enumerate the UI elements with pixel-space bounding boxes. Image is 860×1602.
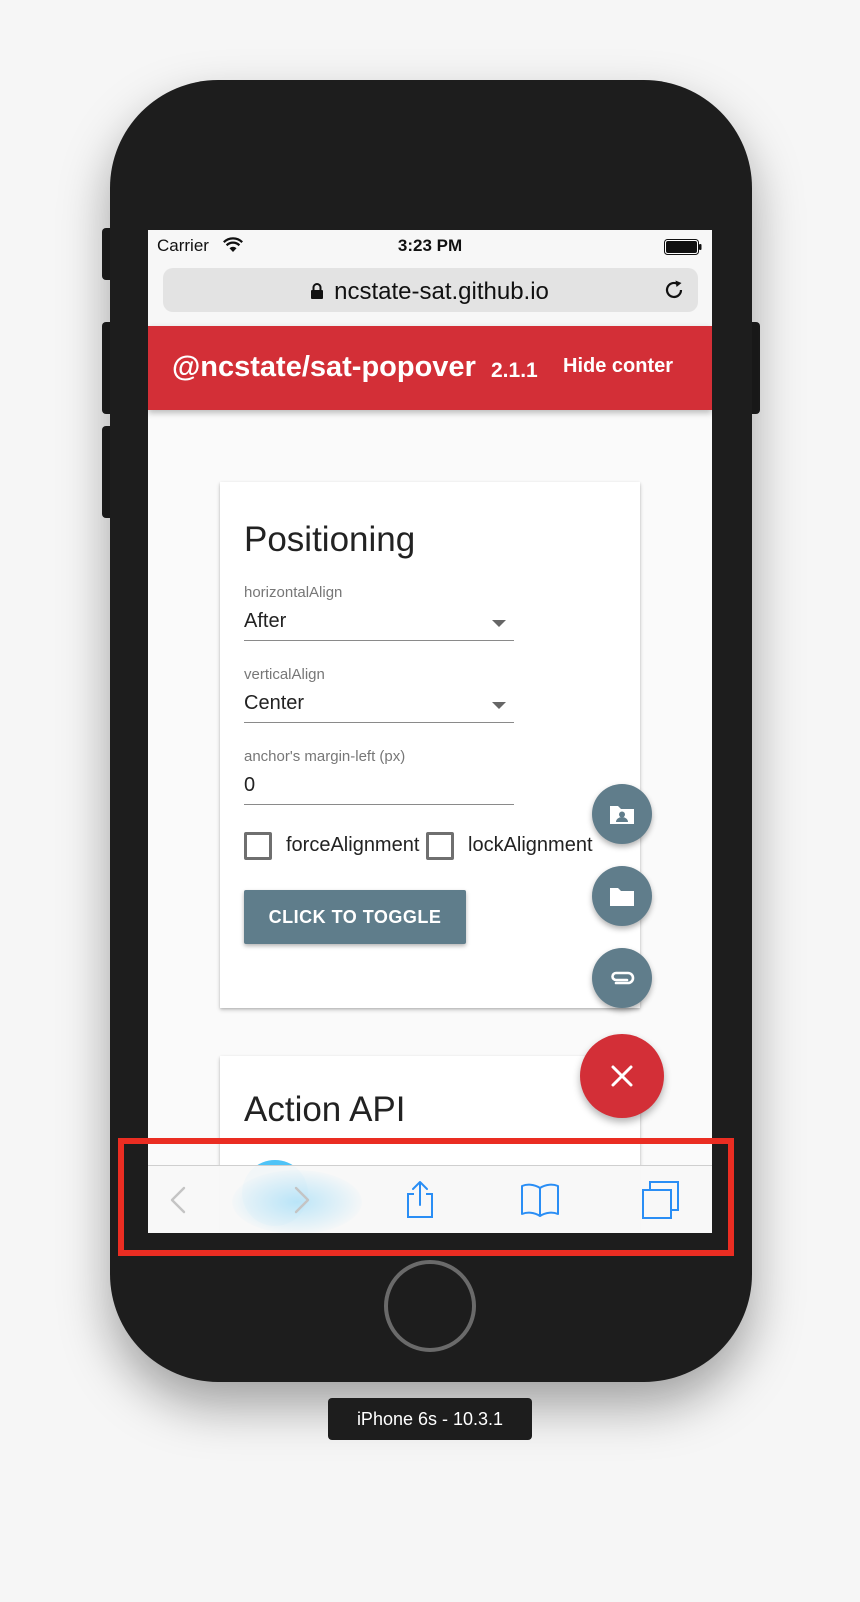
- url-text: ncstate-sat.github.io: [334, 278, 549, 305]
- chevron-down-icon[interactable]: [492, 620, 506, 627]
- vertical-align-label: verticalAlign: [244, 666, 325, 683]
- field-underline: [244, 640, 514, 641]
- contact-folder-icon: [610, 806, 634, 824]
- force-alignment-checkbox[interactable]: [244, 832, 272, 860]
- address-bar[interactable]: ncstate-sat.github.io: [163, 268, 698, 312]
- margin-left-label: anchor's margin-left (px): [244, 748, 406, 765]
- lock-alignment-checkbox[interactable]: [426, 832, 454, 860]
- home-button[interactable]: [384, 1260, 476, 1352]
- card-title: Action API: [244, 1090, 406, 1129]
- margin-left-input[interactable]: 0: [244, 774, 255, 797]
- speed-dial-folder-button[interactable]: [592, 866, 652, 926]
- device-label: iPhone 6s - 10.3.1: [328, 1398, 532, 1440]
- card-title: Positioning: [244, 520, 416, 559]
- folder-icon: [610, 888, 634, 906]
- close-icon: [611, 1065, 633, 1087]
- force-alignment-label: forceAlignment: [286, 834, 420, 856]
- battery-icon: [664, 239, 702, 255]
- chevron-down-icon[interactable]: [492, 702, 506, 709]
- app-toolbar: @ncstate/sat-popover 2.1.1 Hide conter: [148, 326, 712, 410]
- horizontal-align-select[interactable]: After: [244, 610, 286, 633]
- positioning-card: Positioning horizontalAlign After vertic…: [220, 482, 640, 1008]
- attachment-icon: [611, 971, 635, 985]
- speed-dial-close-button[interactable]: [580, 1034, 664, 1118]
- status-bar: Carrier 3:23 PM: [148, 230, 712, 262]
- hide-content-button[interactable]: Hide conter: [563, 355, 673, 378]
- field-underline: [244, 722, 514, 723]
- lock-alignment-label: lockAlignment: [468, 834, 593, 856]
- vertical-align-select[interactable]: Center: [244, 692, 304, 715]
- phone-screen: Carrier 3:23 PM ncstate-sat.github.io @n…: [148, 230, 712, 1233]
- field-underline: [244, 804, 514, 805]
- speed-dial-contact-button[interactable]: [592, 784, 652, 844]
- toggle-button[interactable]: CLICK TO TOGGLE: [244, 890, 466, 944]
- speed-dial-attachment-button[interactable]: [592, 948, 652, 1008]
- toolbar-highlight-box: [118, 1138, 734, 1256]
- status-time: 3:23 PM: [397, 236, 463, 255]
- horizontal-align-label: horizontalAlign: [244, 584, 343, 601]
- app-title: @ncstate/sat-popover: [172, 351, 476, 383]
- app-version: 2.1.1: [491, 359, 538, 382]
- reload-icon[interactable]: [662, 278, 686, 302]
